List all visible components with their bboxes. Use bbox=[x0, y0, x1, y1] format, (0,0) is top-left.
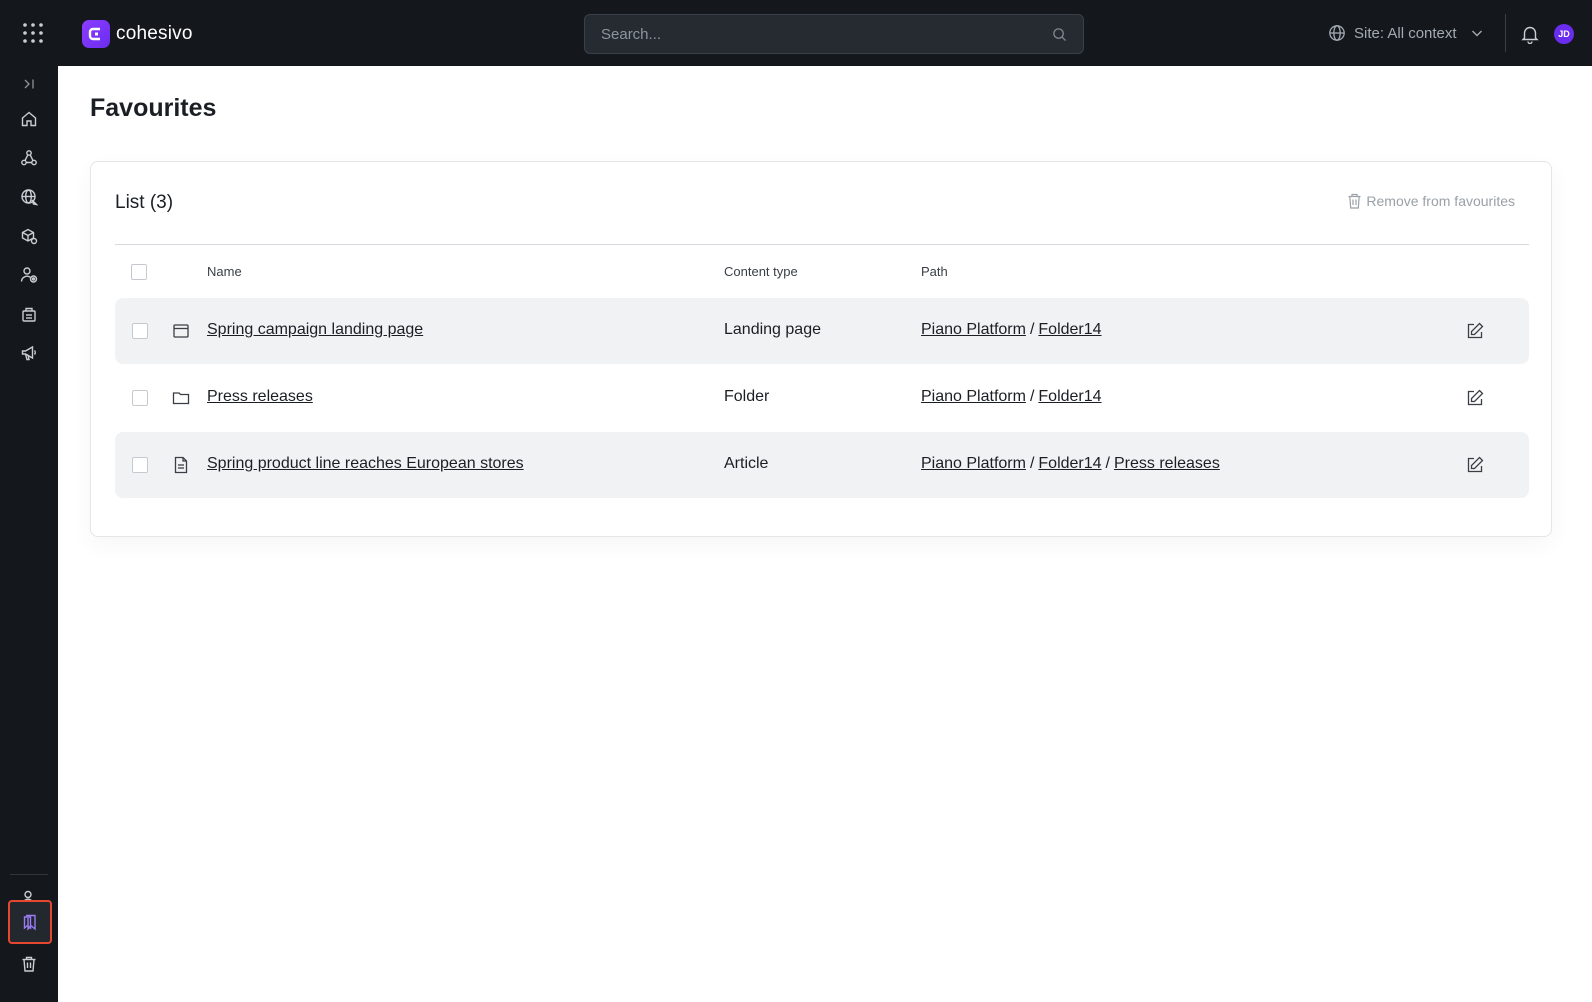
item-path: Piano Platform / Folder14 bbox=[921, 388, 1102, 406]
bell-icon[interactable] bbox=[1521, 24, 1539, 44]
remove-from-favourites-button[interactable]: Remove from favourites bbox=[1347, 193, 1515, 209]
folder-icon bbox=[172, 389, 190, 407]
table-row[interactable]: Press releases Folder Piano Platform / F… bbox=[115, 365, 1529, 431]
commerce-icon[interactable] bbox=[10, 296, 48, 332]
item-name-link[interactable]: Spring campaign landing page bbox=[207, 321, 423, 339]
recycle-bin-icon[interactable] bbox=[10, 946, 48, 982]
site-selector[interactable]: Site: All context bbox=[1328, 20, 1483, 46]
path-link[interactable]: Folder14 bbox=[1038, 455, 1101, 473]
remove-from-favourites-label: Remove from favourites bbox=[1366, 193, 1515, 209]
row-checkbox[interactable] bbox=[132, 323, 148, 339]
chevron-down-icon bbox=[1471, 27, 1483, 39]
brand-name: cohesivo bbox=[116, 23, 193, 44]
item-content-type: Folder bbox=[724, 388, 770, 405]
item-path: Piano Platform / Folder14 / Press releas… bbox=[921, 455, 1220, 473]
edit-icon[interactable] bbox=[1465, 455, 1485, 475]
path-link[interactable]: Folder14 bbox=[1038, 321, 1101, 339]
item-name-link[interactable]: Spring product line reaches European sto… bbox=[207, 455, 524, 473]
top-bar: cohesivo Site: All context J bbox=[0, 0, 1592, 66]
content-hub-icon[interactable] bbox=[10, 218, 48, 254]
path-separator: / bbox=[1029, 321, 1035, 338]
edit-icon[interactable] bbox=[1465, 388, 1485, 408]
edit-icon[interactable] bbox=[1465, 321, 1485, 341]
row-checkbox[interactable] bbox=[132, 390, 148, 406]
path-link[interactable]: Press releases bbox=[1114, 455, 1220, 473]
select-all-checkbox[interactable] bbox=[131, 264, 147, 280]
brand-logo-icon bbox=[82, 20, 110, 48]
digital-marketing-icon[interactable] bbox=[10, 257, 48, 293]
item-path: Piano Platform / Folder14 bbox=[921, 321, 1102, 339]
brand[interactable]: cohesivo bbox=[82, 20, 193, 48]
path-link[interactable]: Piano Platform bbox=[921, 321, 1026, 339]
item-content-type: Landing page bbox=[724, 321, 821, 338]
trash-icon bbox=[1347, 193, 1362, 209]
favourites-list-card: List (3) Remove from favourites Name Con… bbox=[90, 161, 1552, 537]
row-checkbox[interactable] bbox=[132, 457, 148, 473]
item-name-link[interactable]: Press releases bbox=[207, 388, 313, 406]
path-link[interactable]: Piano Platform bbox=[921, 388, 1026, 406]
avatar[interactable]: JD bbox=[1554, 24, 1574, 44]
left-rail bbox=[0, 66, 58, 1002]
rail-divider bbox=[10, 874, 48, 875]
column-header-name[interactable]: Name bbox=[207, 264, 242, 279]
megaphone-icon[interactable] bbox=[10, 335, 48, 371]
table-row[interactable]: Spring campaign landing page Landing pag… bbox=[115, 298, 1529, 364]
globe-icon bbox=[1328, 24, 1346, 42]
web-channels-icon[interactable] bbox=[10, 179, 48, 215]
item-content-type: Article bbox=[724, 455, 769, 472]
path-link[interactable]: Piano Platform bbox=[921, 455, 1026, 473]
table-row[interactable]: Spring product line reaches European sto… bbox=[115, 432, 1529, 498]
search-box[interactable] bbox=[584, 14, 1084, 54]
landing-page-icon bbox=[172, 322, 190, 340]
topbar-divider bbox=[1505, 14, 1506, 52]
list-title: List (3) bbox=[115, 192, 174, 213]
search-icon[interactable] bbox=[1052, 27, 1067, 42]
page-title: Favourites bbox=[90, 94, 217, 122]
home-icon[interactable] bbox=[10, 101, 48, 137]
search-input[interactable] bbox=[601, 25, 1052, 43]
expand-sidebar-icon[interactable] bbox=[10, 66, 48, 102]
path-separator: / bbox=[1029, 455, 1035, 472]
column-header-content-type[interactable]: Content type bbox=[724, 264, 798, 279]
main-content: Favourites List (3) Remove from favourit… bbox=[58, 66, 1592, 1002]
content-tree-icon[interactable] bbox=[10, 140, 48, 176]
path-link[interactable]: Folder14 bbox=[1038, 388, 1101, 406]
path-separator: / bbox=[1029, 388, 1035, 405]
favourites-icon[interactable] bbox=[8, 900, 52, 944]
list-divider bbox=[115, 244, 1529, 245]
article-icon bbox=[172, 456, 190, 474]
path-separator: / bbox=[1105, 455, 1110, 472]
apps-grid-icon[interactable] bbox=[22, 22, 44, 44]
site-selector-label: Site: All context bbox=[1354, 24, 1457, 42]
column-header-path[interactable]: Path bbox=[921, 264, 948, 279]
